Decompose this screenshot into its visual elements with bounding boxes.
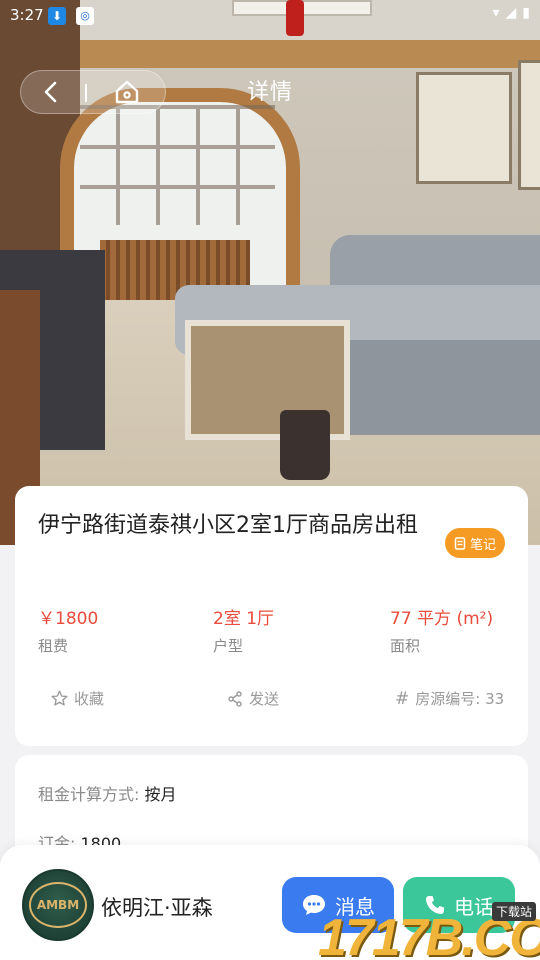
rent-value: ￥1800 — [38, 609, 99, 629]
layout-value: 2室 1厅 — [213, 609, 275, 629]
hash-icon: # — [395, 688, 410, 709]
layout-label: 户型 — [213, 637, 244, 655]
photo-cornice — [0, 40, 540, 68]
agent-avatar-logo: AMBM — [28, 882, 88, 928]
watermark: 1717B.COM 下载站 — [318, 902, 540, 960]
favorite-label: 收藏 — [74, 690, 105, 708]
favorite-button[interactable]: 收藏 — [51, 688, 104, 709]
agent-avatar[interactable]: AMBM — [22, 869, 94, 941]
stat-rent: ￥1800 租费 — [38, 604, 98, 656]
detail-value: 按月 — [144, 785, 177, 804]
area-value: 77 平方 (m²) — [390, 609, 494, 629]
detail-row: 租金计算方式: 按月 — [38, 781, 177, 805]
listing-detail-page: 3:27 ⬇ ◎ ▾ ◢ ▮ 详情 伊宁路街道泰祺小区2室1厅商品房出租 笔记 … — [0, 0, 540, 960]
share-icon — [228, 690, 242, 707]
detail-key: 租金计算方式: — [38, 785, 145, 804]
rent-label: 租费 — [38, 637, 69, 655]
watermark-tag: 下载站 — [491, 902, 536, 921]
share-button[interactable]: 发送 — [227, 688, 279, 709]
wifi-icon: ▾ — [492, 5, 500, 21]
signal-icon: ◢ — [505, 5, 517, 21]
stat-layout: 2室 1厅 户型 — [213, 604, 274, 656]
area-label: 面积 — [390, 637, 421, 655]
listing-id: # 房源编号: 33 — [395, 688, 504, 709]
status-time: 3:27 — [10, 6, 44, 24]
download-icon: ⬇ — [48, 7, 66, 25]
note-button[interactable]: 笔记 — [445, 528, 506, 558]
page-title: 详情 — [246, 80, 293, 105]
note-icon — [454, 536, 466, 550]
listing-info-card: 伊宁路街道泰祺小区2室1厅商品房出租 笔记 ￥1800 租费 2室 1厅 户型 … — [15, 486, 528, 746]
status-indicators: ▾ ◢ ▮ — [492, 5, 530, 21]
agent-name[interactable]: 依明江·亚森 — [101, 892, 213, 922]
battery-icon: ▮ — [522, 5, 530, 21]
app-notification-icon: ◎ — [76, 7, 94, 25]
stat-area: 77 平方 (m²) 面积 — [390, 604, 493, 656]
star-icon — [51, 690, 68, 706]
photo-window-grille — [80, 105, 275, 225]
action-row: 收藏 发送 # 房源编号: 33 — [15, 688, 528, 712]
photo-trash-bin — [280, 410, 330, 480]
status-bar: 3:27 ⬇ ◎ ▾ ◢ ▮ — [0, 0, 540, 32]
share-label: 发送 — [249, 690, 280, 708]
note-label: 笔记 — [470, 537, 497, 553]
listing-id-label: 房源编号: 33 — [415, 690, 505, 708]
listing-title: 伊宁路街道泰祺小区2室1厅商品房出租 — [38, 513, 418, 538]
